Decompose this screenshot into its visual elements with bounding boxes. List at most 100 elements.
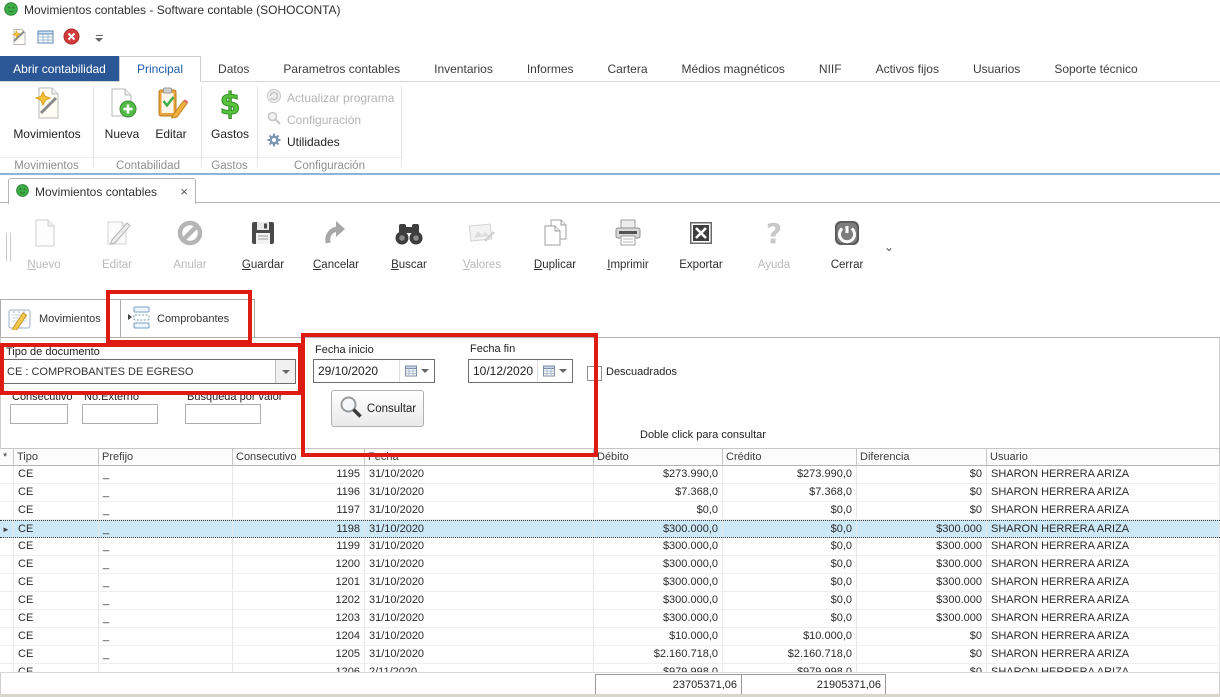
cerrar-button[interactable]: Cerrar	[818, 213, 876, 271]
cell-tipo: CE	[14, 502, 99, 519]
cell-indicator	[0, 628, 14, 645]
app-window: Movimientos contables - Software contabl…	[0, 0, 1220, 697]
column-header-diferencia[interactable]: Diferencia	[857, 448, 987, 466]
calendar-picker-icon[interactable]	[537, 360, 572, 382]
table-row[interactable]: CE_119731/10/2020$0,0$0,0$0SHARON HERRER…	[0, 502, 1220, 520]
document-tab-movimientos-contables[interactable]: Movimientos contables ×	[8, 178, 196, 204]
ribbon-button-gastos[interactable]: $ Gastos	[206, 86, 254, 141]
data-table-icon[interactable]	[37, 29, 54, 48]
refresh-globe-icon	[266, 88, 282, 107]
table-row[interactable]: CE_120031/10/2020$300.000,0$0,0$300.000S…	[0, 556, 1220, 574]
cell-credito: $0,0	[723, 538, 857, 555]
edit-page-icon	[100, 213, 134, 253]
close-red-icon[interactable]	[63, 28, 80, 48]
cell-debito: $300.000,0	[594, 556, 723, 573]
subtab-movimientos[interactable]: Movimientos	[0, 299, 132, 339]
cell-fecha: 31/10/2020	[365, 466, 594, 483]
column-header-usuario[interactable]: Usuario	[987, 448, 1220, 466]
undo-arrow-icon	[319, 213, 353, 253]
cell-indicator	[0, 484, 14, 501]
ribbon-group-caption: Gastos	[202, 157, 257, 174]
ribbon-item-utilidades[interactable]: Utilidades	[266, 132, 340, 151]
wizard-icon[interactable]	[10, 28, 28, 49]
help-icon: ?	[757, 213, 791, 253]
cell-prefijo: _	[99, 502, 233, 519]
cell-consecutivo: 1206	[233, 664, 365, 672]
table-row[interactable]: CE_120431/10/2020$10.000,0$10.000,0$0SHA…	[0, 628, 1220, 646]
table-row[interactable]: CE_119931/10/2020$300.000,0$0,0$300.000S…	[0, 538, 1220, 556]
cell-fecha: 31/10/2020	[365, 538, 594, 555]
cell-indicator	[0, 664, 14, 672]
ribbon-tab-cartera[interactable]: Cartera	[591, 56, 665, 81]
cell-diferencia: $300.000	[857, 610, 987, 627]
table-row[interactable]: CE_119631/10/2020$7.368,0$7.368,0$0SHARO…	[0, 484, 1220, 502]
ribbon-tab-usuarios[interactable]: Usuarios	[956, 56, 1037, 81]
consultar-button[interactable]: Consultar	[331, 390, 424, 427]
column-header-consecutivo[interactable]: Consecutivo	[233, 448, 365, 466]
table-row[interactable]: CE_120331/10/2020$300.000,0$0,0$300.000S…	[0, 610, 1220, 628]
cell-consecutivo: 1199	[233, 538, 365, 555]
ribbon-tab-row: Abrir contabilidad PrincipalDatosParamet…	[0, 56, 1220, 82]
tab-close-icon[interactable]: ×	[180, 184, 188, 199]
ribbon-button-editar[interactable]: Editar	[148, 86, 194, 141]
ribbon-button-nueva[interactable]: Nueva	[100, 86, 144, 141]
ribbon-tab-inventarios[interactable]: Inventarios	[417, 56, 510, 81]
ribbon-button-movimientos[interactable]: Movimientos	[6, 86, 88, 141]
nuevo-button: Nuevo	[15, 213, 73, 271]
consecutivo-input[interactable]	[10, 404, 68, 424]
cell-usuario: SHARON HERRERA ARIZA	[987, 574, 1220, 591]
column-header-prefijo[interactable]: Prefijo	[99, 448, 233, 466]
tipo-documento-select[interactable]: CE : COMPROBANTES DE EGRESO	[2, 359, 296, 384]
column-header-debito[interactable]: Débito	[594, 448, 723, 466]
exportar-button[interactable]: Exportar	[672, 213, 730, 271]
ribbon-tab-m-dios-magn-ticos[interactable]: Médios magnéticos	[665, 56, 802, 81]
cell-diferencia: $0	[857, 502, 987, 519]
debito-total-box: 23705371,06	[595, 674, 742, 696]
imprimir-button[interactable]: Imprimir	[599, 213, 657, 271]
ribbon-tab-datos[interactable]: Datos	[201, 56, 266, 81]
save-floppy-icon	[246, 213, 280, 253]
column-header-indicator[interactable]: *	[0, 448, 14, 466]
fecha-inicio-input[interactable]: 29/10/2020	[313, 359, 435, 383]
grid-hint-text: Doble click para consultar	[640, 429, 766, 441]
table-row[interactable]: CE_120131/10/2020$300.000,0$0,0$300.000S…	[0, 574, 1220, 592]
ribbon-tab-principal[interactable]: Principal	[119, 56, 201, 82]
busqueda-por-valor-input[interactable]	[185, 404, 261, 424]
cell-consecutivo: 1198	[233, 521, 365, 537]
ribbon-tab-informes[interactable]: Informes	[510, 56, 591, 81]
cell-prefijo: _	[99, 592, 233, 609]
cell-credito: $0,0	[723, 592, 857, 609]
table-row[interactable]: CE_12062/11/2020$979.998,0$979.998,0$0SH…	[0, 664, 1220, 672]
file-button-abrir-contabilidad[interactable]: Abrir contabilidad	[0, 56, 119, 81]
calendar-picker-icon[interactable]	[399, 360, 434, 382]
chevron-down-icon[interactable]: ⌄	[884, 240, 894, 254]
cell-consecutivo: 1196	[233, 484, 365, 501]
combo-arrow-icon[interactable]	[275, 360, 295, 383]
cell-diferencia: $0	[857, 484, 987, 501]
column-header-credito[interactable]: Crédito	[723, 448, 857, 466]
fecha-fin-input[interactable]: 10/12/2020	[468, 359, 573, 383]
table-row[interactable]: CE_120231/10/2020$300.000,0$0,0$300.000S…	[0, 592, 1220, 610]
cancelar-button[interactable]: Cancelar	[307, 213, 365, 271]
duplicar-button[interactable]: Duplicar	[526, 213, 584, 271]
ribbon-tab-parametros-contables[interactable]: Parametros contables	[266, 56, 417, 81]
subtab-comprobantes[interactable]: Comprobantes	[120, 299, 255, 339]
buscar-button[interactable]: Buscar	[380, 213, 438, 271]
quick-access-more-icon[interactable]	[95, 35, 103, 42]
ribbon-tab-niif[interactable]: NIIF	[802, 56, 859, 81]
cell-debito: $300.000,0	[594, 574, 723, 591]
guardar-button[interactable]: Guardar	[234, 213, 292, 271]
column-header-fecha[interactable]: Fecha	[365, 448, 594, 466]
cell-indicator	[0, 646, 14, 663]
ribbon-tab-soporte-t-cnico[interactable]: Soporte técnico	[1037, 56, 1154, 81]
column-header-tipo[interactable]: Tipo	[14, 448, 99, 466]
cell-debito: $7.368,0	[594, 484, 723, 501]
table-row[interactable]: CE_120531/10/2020$2.160.718,0$2.160.718,…	[0, 646, 1220, 664]
partial-table-row[interactable]: CE_12062/11/2020$979.998,0$979.998,0$0SH…	[0, 664, 1220, 672]
descuadrados-checkbox[interactable]	[587, 366, 602, 381]
table-row[interactable]: ►CE_119831/10/2020$300.000,0$0,0$300.000…	[0, 520, 1220, 538]
no-externo-input[interactable]	[82, 404, 158, 424]
ribbon-tab-activos-fijos[interactable]: Activos fijos	[859, 56, 956, 81]
cell-prefijo: _	[99, 610, 233, 627]
table-row[interactable]: CE_119531/10/2020$273.990,0$273.990,0$0S…	[0, 466, 1220, 484]
